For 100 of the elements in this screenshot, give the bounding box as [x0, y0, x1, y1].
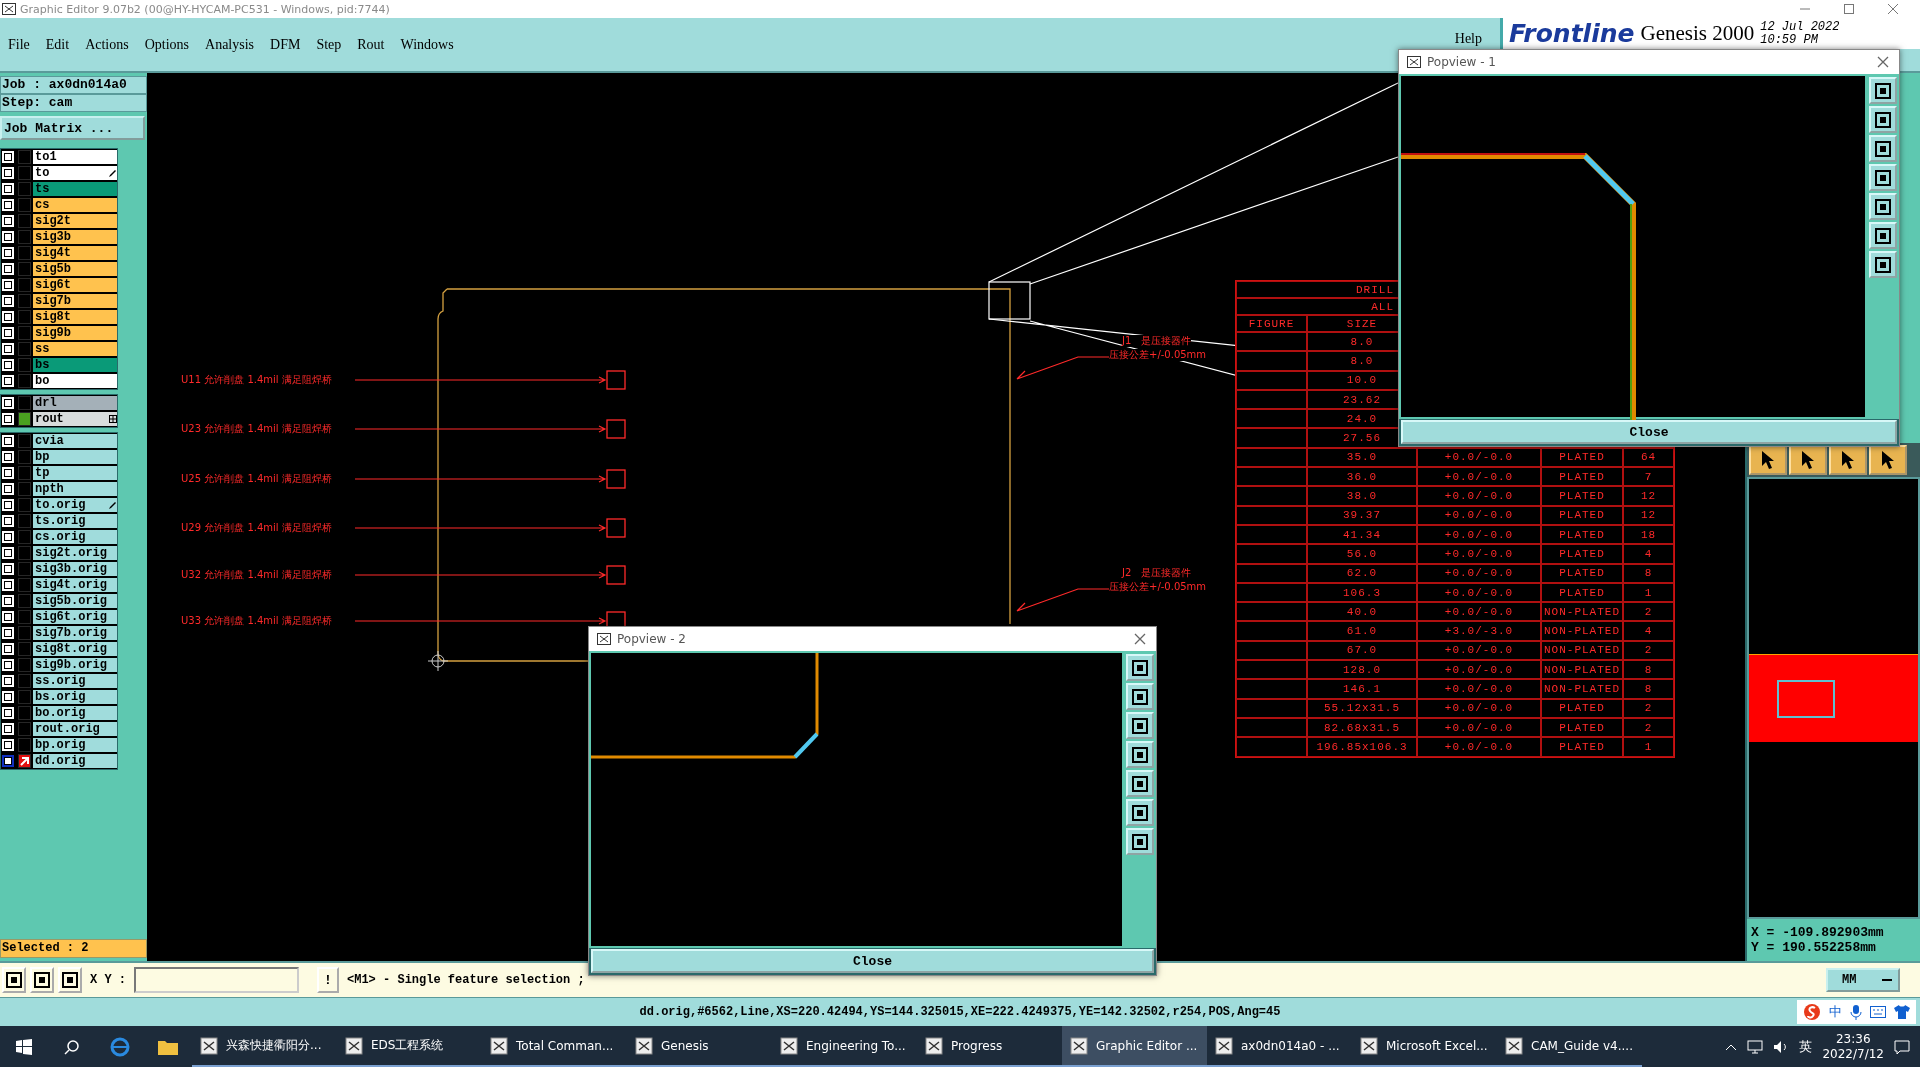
menu-item[interactable]: DFM	[262, 34, 309, 55]
taskbar-app[interactable]: Engineering To...	[772, 1026, 917, 1067]
layer-marker[interactable]	[18, 466, 31, 480]
layer-marker[interactable]	[18, 412, 31, 426]
layer-marker[interactable]	[18, 342, 31, 356]
layer-marker[interactable]	[18, 594, 31, 608]
layer-name[interactable]: sig5b.orig	[33, 594, 117, 608]
menu-item[interactable]: Rout	[349, 34, 393, 55]
layer-name[interactable]: bp.orig	[33, 738, 117, 752]
layer-name[interactable]: sig5b	[33, 262, 117, 276]
layer-name[interactable]: cs.orig	[33, 530, 117, 544]
taskbar-app[interactable]: 兴森快捷衢阳分...	[192, 1026, 337, 1067]
taskbar-app[interactable]: Microsoft Excel...	[1352, 1026, 1497, 1067]
layer-name[interactable]: sig2t.orig	[33, 546, 117, 560]
layer-marker[interactable]	[18, 358, 31, 372]
taskbar-app[interactable]: ax0dn014a0 - ...	[1207, 1026, 1352, 1067]
keyboard-icon[interactable]	[1870, 1006, 1886, 1018]
select-tool-button[interactable]	[1869, 445, 1907, 475]
layer-marker[interactable]	[18, 626, 31, 640]
close-button[interactable]	[1132, 631, 1148, 647]
menu-item[interactable]: Actions	[77, 34, 137, 55]
menu-item[interactable]: Windows	[392, 34, 462, 55]
layer-name[interactable]: sig6t.orig	[33, 610, 117, 624]
menu-item[interactable]: Help	[1454, 18, 1482, 47]
job-matrix-button[interactable]: Job Matrix ...	[0, 116, 145, 140]
layer-name[interactable]: to	[33, 166, 117, 180]
layer-name[interactable]: dd.orig	[33, 754, 117, 768]
view-button[interactable]	[1126, 799, 1154, 826]
layer-marker[interactable]	[18, 182, 31, 196]
layer-marker[interactable]	[18, 754, 31, 768]
layer-name[interactable]: ss	[33, 342, 117, 356]
view-button[interactable]	[1126, 683, 1154, 710]
layer-name[interactable]: bo	[33, 374, 117, 388]
chevron-up-icon[interactable]	[1725, 1042, 1738, 1051]
layer-marker[interactable]	[18, 246, 31, 260]
close-button[interactable]: Close	[591, 949, 1154, 973]
layer-marker[interactable]	[18, 642, 31, 656]
taskbar-app[interactable]: EDS工程系统	[337, 1026, 482, 1067]
layer-name[interactable]: sig7b	[33, 294, 117, 308]
layer-name[interactable]: bp	[33, 450, 117, 464]
layer-name[interactable]: bs.orig	[33, 690, 117, 704]
layer-marker[interactable]	[18, 198, 31, 212]
layer-marker[interactable]	[18, 562, 31, 576]
menu-item[interactable]: Analysis	[197, 34, 263, 55]
layer-marker[interactable]	[18, 498, 31, 512]
input-language[interactable]: 英	[1799, 1037, 1813, 1056]
layer-marker[interactable]	[18, 326, 31, 340]
layer-name[interactable]: bs	[33, 358, 117, 372]
close-button[interactable]: Close	[1401, 420, 1897, 444]
view-button[interactable]	[1869, 164, 1897, 191]
layer-name[interactable]: tp	[33, 466, 117, 480]
layer-name[interactable]: sig8t	[33, 310, 117, 324]
layer-marker[interactable]	[18, 278, 31, 292]
layer-marker[interactable]	[18, 262, 31, 276]
layer-name[interactable]: rout	[33, 412, 117, 426]
layer-marker[interactable]	[18, 546, 31, 560]
layer-name[interactable]: sig6t	[33, 278, 117, 292]
layer-marker[interactable]	[18, 578, 31, 592]
taskbar-app[interactable]: Graphic Editor ...	[1062, 1026, 1207, 1067]
tool-button[interactable]	[2, 967, 26, 993]
clock[interactable]: 23:36 2022/7/12	[1822, 1031, 1884, 1062]
close-icon[interactable]	[1888, 4, 1898, 14]
layer-marker[interactable]	[18, 610, 31, 624]
layer-name[interactable]: bo.orig	[33, 706, 117, 720]
close-button[interactable]	[1875, 54, 1891, 70]
layer-marker[interactable]	[18, 166, 31, 180]
layer-name[interactable]: cvia	[33, 434, 117, 448]
view-button[interactable]	[1869, 77, 1897, 104]
select-tool-button[interactable]	[1829, 445, 1867, 475]
layer-name[interactable]: sig2t	[33, 214, 117, 228]
view-button[interactable]	[1126, 712, 1154, 739]
layer-marker[interactable]	[18, 230, 31, 244]
layer-marker[interactable]	[18, 294, 31, 308]
taskbar-app[interactable]: Total Comman...	[482, 1026, 627, 1067]
layer-name[interactable]: sig7b.orig	[33, 626, 117, 640]
select-tool-button[interactable]	[1749, 445, 1787, 475]
layer-name[interactable]: sig8t.orig	[33, 642, 117, 656]
layer-marker[interactable]	[18, 450, 31, 464]
layer-marker[interactable]	[18, 396, 31, 410]
menu-item[interactable]: Edit	[37, 34, 78, 55]
layer-name[interactable]: npth	[33, 482, 117, 496]
taskbar-app[interactable]: CAM_Guide v4....	[1497, 1026, 1642, 1067]
tool-button[interactable]	[30, 967, 54, 993]
tool-button[interactable]	[58, 967, 82, 993]
view-button[interactable]	[1869, 251, 1897, 278]
view-button[interactable]	[1869, 222, 1897, 249]
view-button[interactable]	[1126, 654, 1154, 681]
taskbar-app[interactable]: Genesis	[627, 1026, 772, 1067]
layer-marker[interactable]	[18, 214, 31, 228]
layer-marker[interactable]	[18, 150, 31, 164]
layer-marker[interactable]	[18, 658, 31, 672]
layer-marker[interactable]	[18, 530, 31, 544]
layer-name[interactable]: drl	[33, 396, 117, 410]
maximize-icon[interactable]	[1844, 4, 1854, 14]
layer-marker[interactable]	[18, 514, 31, 528]
coordinate-input[interactable]	[134, 967, 299, 993]
layer-name[interactable]: ss.orig	[33, 674, 117, 688]
view-button[interactable]	[1869, 106, 1897, 133]
layer-marker[interactable]	[18, 482, 31, 496]
menu-item[interactable]: File	[0, 34, 38, 55]
